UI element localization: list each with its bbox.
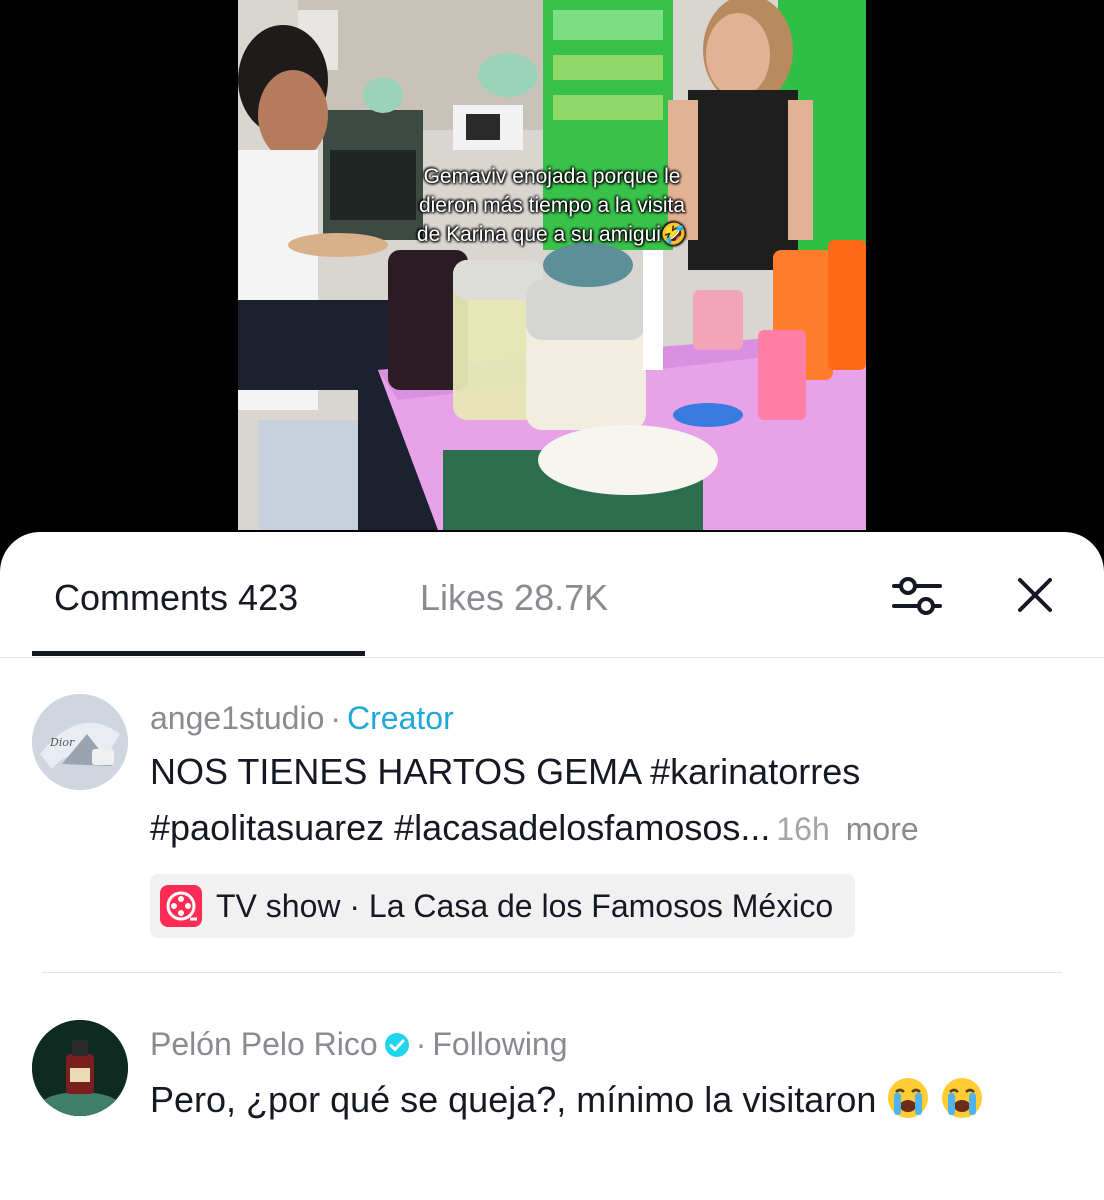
caption-line: dieron más tiempo a la visita bbox=[418, 194, 686, 217]
comment-divider bbox=[42, 972, 1062, 973]
comment-text-block: NOS TIENES HARTOS GEMA #karinatorres #pa… bbox=[150, 744, 1050, 857]
comment-header: Pelón Pelo Rico · Following bbox=[150, 1024, 568, 1064]
comment-time: 16h bbox=[776, 811, 830, 847]
comment-text: Pero, ¿por qué se queja?, mínimo la visi… bbox=[150, 1079, 877, 1120]
filter-button[interactable] bbox=[890, 572, 944, 620]
verified-badge-icon bbox=[384, 1033, 409, 1057]
comments-sheet: Comments 423 Likes 28.7K Dior ange1studi… bbox=[0, 532, 1104, 1200]
video-player[interactable]: Gemaviv enojada porque le dieron más tie… bbox=[0, 0, 1104, 560]
video-caption: Gemaviv enojada porque le dieron más tie… bbox=[238, 162, 866, 249]
more-link[interactable]: more bbox=[846, 811, 919, 847]
video-thumbnail-scene bbox=[238, 0, 866, 530]
comment-username[interactable]: Pelón Pelo Rico bbox=[150, 1026, 378, 1062]
tv-show-label: TV show · La Casa de los Famosos México bbox=[216, 887, 834, 924]
comment-text: NOS TIENES HARTOS GEMA #karinatorres #pa… bbox=[150, 751, 861, 848]
close-button[interactable] bbox=[1012, 572, 1058, 618]
svg-text:Dior: Dior bbox=[49, 736, 75, 749]
close-icon bbox=[1018, 578, 1052, 612]
avatar[interactable]: Dior bbox=[32, 694, 128, 790]
avatar[interactable] bbox=[32, 1020, 128, 1116]
tab-comments[interactable]: Comments 423 bbox=[54, 576, 298, 620]
caption-line: Gemaviv enojada porque le bbox=[423, 165, 681, 188]
tab-likes[interactable]: Likes 28.7K bbox=[420, 576, 608, 620]
creator-badge: Creator bbox=[347, 700, 454, 736]
loudly-crying-face-icon bbox=[888, 1078, 929, 1118]
sliders-icon bbox=[892, 577, 942, 615]
comment-text-block: Pero, ¿por qué se queja?, mínimo la visi… bbox=[150, 1072, 1050, 1128]
separator-dot: · bbox=[330, 700, 342, 736]
separator-dot: · bbox=[415, 1026, 427, 1062]
following-badge: Following bbox=[432, 1026, 568, 1062]
sheet-header: Comments 423 Likes 28.7K bbox=[0, 532, 1104, 658]
video-frame[interactable]: Gemaviv enojada porque le dieron más tie… bbox=[238, 0, 866, 530]
comment-username[interactable]: ange1studio bbox=[150, 700, 324, 736]
avatar-image: Dior bbox=[32, 694, 128, 790]
caption-line: de Karina que a su amigui🤣 bbox=[416, 223, 688, 246]
tv-show-chip[interactable]: TV show · La Casa de los Famosos México bbox=[150, 874, 856, 938]
loudly-crying-face-icon bbox=[942, 1078, 983, 1118]
comment-header: ange1studio · Creator bbox=[150, 698, 454, 738]
film-reel-icon bbox=[160, 885, 202, 927]
avatar-image bbox=[32, 1020, 128, 1116]
active-tab-indicator bbox=[32, 651, 365, 656]
